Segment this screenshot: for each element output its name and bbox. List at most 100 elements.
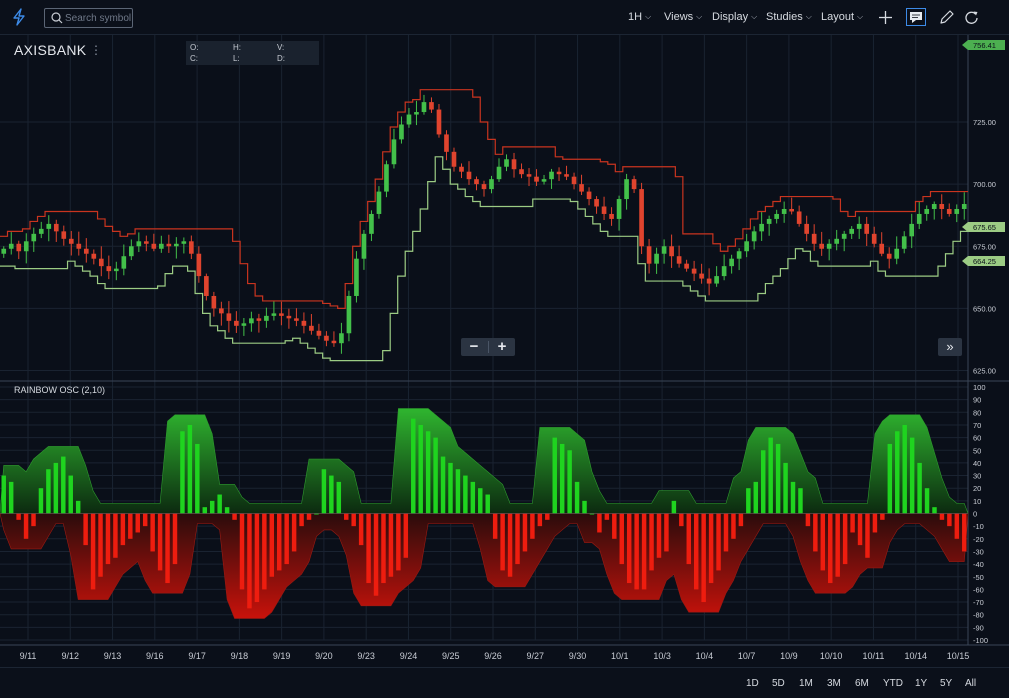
osc-histogram-bar: [872, 513, 878, 533]
range-5d[interactable]: 5D: [772, 678, 785, 689]
price-tick-label: 700.00: [973, 180, 996, 189]
candle-body: [369, 213, 374, 234]
display-menu[interactable]: Display ⌵: [712, 11, 757, 23]
osc-histogram-bar: [388, 513, 394, 577]
views-menu[interactable]: Views ⌵: [664, 11, 702, 23]
osc-histogram-bar: [232, 513, 237, 520]
osc-histogram-bar: [507, 513, 513, 577]
symbol-options-icon[interactable]: ⋮: [90, 43, 102, 57]
chevron-down-icon: ⌵: [751, 12, 758, 21]
candle-body: [384, 164, 389, 192]
candle-body: [774, 213, 779, 219]
candle-body: [98, 258, 104, 267]
candle-body: [886, 253, 892, 259]
osc-histogram-bar: [947, 513, 952, 527]
osc-histogram-bar: [433, 437, 438, 514]
osc-histogram-bar: [351, 513, 356, 527]
osc-histogram-bar: [23, 513, 29, 539]
candle-body: [556, 171, 562, 175]
candle-body: [909, 223, 915, 237]
pencil-draw-icon[interactable]: [938, 9, 955, 26]
osc-histogram-bar: [8, 481, 14, 514]
comment-icon[interactable]: [906, 8, 926, 26]
range-5y[interactable]: 5Y: [940, 678, 952, 689]
osc-histogram-bar: [917, 462, 922, 514]
ohlc-low-label: L:: [233, 54, 240, 63]
osc-histogram-bar: [46, 469, 51, 514]
osc-histogram-bar: [485, 494, 490, 514]
time-axis-label: 9/25: [442, 651, 460, 661]
symbol-name[interactable]: AXISBANK: [14, 42, 86, 58]
osc-histogram-bar: [1, 475, 6, 514]
layout-menu[interactable]: Layout ⌵: [821, 11, 863, 23]
time-axis-label: 9/27: [527, 651, 545, 661]
range-6m[interactable]: 6M: [855, 678, 869, 689]
scroll-to-latest-button[interactable]: »: [938, 338, 962, 356]
osc-histogram-bar: [113, 513, 118, 558]
candle-body: [121, 256, 127, 269]
studies-label: Studies: [766, 11, 803, 23]
search-icon: [51, 12, 63, 24]
zoom-out-button[interactable]: −: [461, 338, 487, 356]
candle-body: [324, 335, 329, 341]
candle-body: [834, 238, 840, 244]
osc-histogram-bar: [418, 424, 423, 514]
osc-histogram-bar: [716, 513, 721, 571]
osc-tick-label: -70: [973, 598, 984, 607]
candle-body: [601, 206, 607, 214]
search-input[interactable]: [65, 11, 131, 25]
osc-histogram-bar: [440, 456, 446, 514]
osc-histogram-bar: [425, 431, 431, 514]
candle-body: [714, 276, 719, 284]
osc-histogram-bar: [656, 513, 662, 558]
osc-histogram-bar: [105, 513, 111, 565]
interval-menu[interactable]: 1H ⌵: [628, 11, 651, 23]
refresh-icon[interactable]: [963, 9, 980, 26]
studies-menu[interactable]: Studies ⌵: [766, 11, 812, 23]
osc-histogram-bar: [790, 481, 796, 514]
osc-histogram-bar: [291, 513, 297, 552]
views-label: Views: [664, 11, 694, 23]
range-ytd[interactable]: YTD: [883, 678, 903, 689]
range-1m[interactable]: 1M: [799, 678, 813, 689]
osc-histogram-bar: [172, 513, 178, 565]
osc-histogram-bar: [224, 507, 230, 514]
ohlc-date-label: D:: [277, 54, 285, 63]
osc-histogram-bar: [895, 431, 900, 514]
time-axis-label: 9/24: [400, 651, 418, 661]
zoom-in-button[interactable]: +: [489, 338, 515, 356]
osc-tick-label: 80: [973, 408, 981, 417]
candle-body: [646, 246, 652, 264]
time-axis-label: 9/18: [231, 651, 249, 661]
osc-tick-label: 100: [973, 383, 986, 392]
candle-body: [436, 109, 442, 135]
candle-body: [113, 268, 119, 272]
candle-body: [759, 223, 764, 232]
osc-histogram-bar: [664, 513, 669, 552]
crosshair-plus-icon[interactable]: [877, 9, 894, 26]
osc-histogram-bar: [798, 488, 803, 514]
candle-body: [534, 176, 539, 182]
osc-histogram-bar: [187, 424, 193, 514]
indicator-label[interactable]: RAINBOW OSC (2,10): [14, 385, 105, 395]
range-3m[interactable]: 3M: [827, 678, 841, 689]
osc-histogram-bar: [649, 513, 654, 571]
osc-histogram-bar: [880, 513, 885, 520]
lightning-logo-icon[interactable]: [10, 8, 28, 26]
symbol-search-box[interactable]: [44, 8, 133, 28]
range-1y[interactable]: 1Y: [915, 678, 927, 689]
osc-histogram-bar: [924, 488, 930, 514]
candle-body: [83, 248, 89, 254]
range-1d[interactable]: 1D: [746, 678, 759, 689]
candle-body: [751, 231, 757, 242]
range-all[interactable]: All: [965, 678, 976, 689]
candle-body: [564, 174, 569, 177]
candle-body: [294, 318, 299, 321]
candle-body: [946, 208, 952, 214]
osc-histogram-bar: [68, 475, 73, 514]
osc-histogram-bar: [887, 443, 893, 514]
osc-histogram-bar: [708, 513, 714, 584]
osc-histogram-bar: [828, 513, 833, 584]
time-axis-label: 10/4: [696, 651, 714, 661]
osc-histogram-bar: [671, 500, 677, 514]
